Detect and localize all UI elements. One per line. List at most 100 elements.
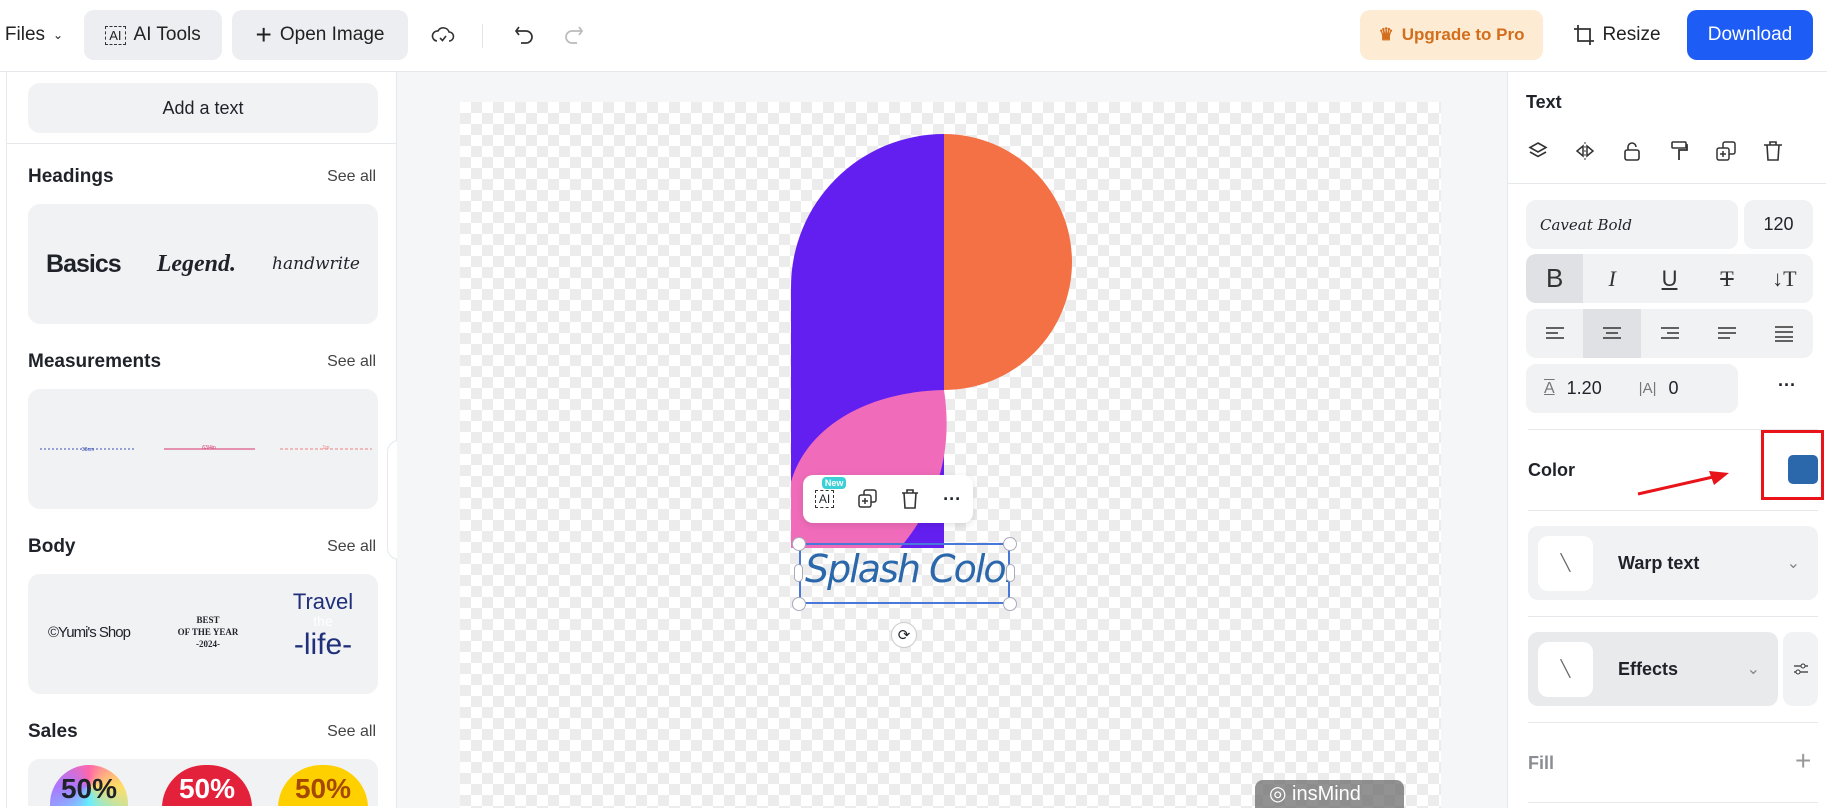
open-image-label: Open Image xyxy=(279,24,385,45)
body-card[interactable]: ©Yumi's Shop BEST OF THE YEAR -2024- Trave… xyxy=(28,574,378,694)
line-height-icon: A xyxy=(1544,379,1555,397)
align-left-button[interactable] xyxy=(1526,309,1583,358)
resize-handle-right[interactable] xyxy=(1006,564,1015,582)
paint-roller-icon[interactable] xyxy=(1669,141,1689,161)
new-badge: New xyxy=(821,477,847,489)
font-size-value: 120 xyxy=(1763,214,1794,234)
effects-settings-button[interactable] xyxy=(1783,632,1818,706)
more-icon[interactable]: ··· xyxy=(943,489,961,510)
align-right-icon xyxy=(1660,326,1679,339)
duplicate-icon[interactable] xyxy=(1716,141,1736,161)
sales-card[interactable]: 50% 50% 50% xyxy=(28,759,378,806)
bold-button[interactable]: B xyxy=(1526,254,1584,303)
undo-icon[interactable] xyxy=(510,10,540,60)
text-direction-button[interactable]: ↓T xyxy=(1756,254,1813,303)
artboard[interactable]: Splash Color ⟳ AI New ··· ◎ insMind xyxy=(460,102,1441,808)
delete-icon[interactable] xyxy=(901,489,919,509)
text-align-group xyxy=(1526,309,1813,358)
travel-text: Travel xyxy=(292,589,354,614)
justify-all-button[interactable] xyxy=(1756,309,1813,358)
resize-handle-bottom-right[interactable] xyxy=(1003,597,1017,611)
fill-label: Fill xyxy=(1528,753,1554,773)
spacing-controls: A 1.20 |A| 0 xyxy=(1526,364,1738,413)
crop-icon xyxy=(1574,25,1595,45)
sample-handwrite[interactable]: handwrite xyxy=(272,254,360,274)
resize-handle-top-left[interactable] xyxy=(792,537,806,551)
warp-text-select[interactable]: ╲ Warp text ⌄ xyxy=(1528,526,1818,600)
see-all-sales[interactable]: See all xyxy=(327,723,376,741)
resize-handle-bottom-left[interactable] xyxy=(792,597,806,611)
align-center-icon xyxy=(1603,326,1622,339)
divider xyxy=(482,24,483,48)
sample-38cm: 38cm xyxy=(82,447,94,453)
sale-sticker-red[interactable]: 50% xyxy=(162,765,252,806)
warp-text-label: Warp text xyxy=(1618,552,1700,573)
upgrade-button[interactable]: ♛ Upgrade to Pro xyxy=(1360,10,1543,60)
redo-icon[interactable] xyxy=(558,10,588,60)
see-all-headings[interactable]: See all xyxy=(327,168,376,186)
divider xyxy=(1528,802,1818,803)
unlock-icon[interactable] xyxy=(1622,141,1642,161)
effects-select[interactable]: ╲ Effects ⌄ xyxy=(1528,632,1778,706)
line-height-input[interactable]: 1.20 xyxy=(1567,378,1627,399)
align-center-button[interactable] xyxy=(1583,309,1641,358)
logo-orange-shape xyxy=(944,134,1072,390)
files-menu[interactable]: Files ⌄ xyxy=(4,10,64,60)
rotate-handle-icon[interactable]: ⟳ xyxy=(891,622,917,648)
chevron-down-icon: ⌄ xyxy=(53,28,64,42)
crown-icon: ♛ xyxy=(1378,25,1394,44)
add-fill-plus-icon[interactable]: + xyxy=(1795,745,1811,777)
sample-travel-life[interactable]: Travel the -life- xyxy=(283,590,363,662)
font-family-select[interactable]: Caveat Bold xyxy=(1526,200,1738,249)
trash-icon[interactable] xyxy=(1763,141,1783,161)
text-selection-box[interactable]: Splash Color xyxy=(799,543,1010,604)
see-all-measurements[interactable]: See all xyxy=(327,353,376,371)
strikethrough-icon: T xyxy=(1720,265,1734,291)
color-label: Color xyxy=(1528,460,1575,480)
sale-sticker-rainbow[interactable]: 50% xyxy=(50,765,128,806)
sample-1m: 1m xyxy=(323,445,330,451)
ai-tools-button[interactable]: AI AI Tools xyxy=(84,10,222,60)
logo-graphic[interactable] xyxy=(460,102,1441,808)
panel-title: Text xyxy=(1526,92,1562,112)
justify-button[interactable] xyxy=(1698,309,1755,358)
resize-button[interactable]: Resize xyxy=(1570,10,1665,60)
align-left-icon xyxy=(1545,326,1564,339)
sale-sticker-yellow[interactable]: 50% xyxy=(278,765,368,806)
of-the-year-text: OF THE YEAR xyxy=(177,627,239,637)
bold-icon: B xyxy=(1546,263,1564,293)
ai-tools-label: AI Tools xyxy=(133,24,201,45)
sample-best-of-year[interactable]: BEST OF THE YEAR -2024- xyxy=(158,614,258,650)
sample-legend[interactable]: Legend. xyxy=(157,251,236,278)
font-size-input[interactable]: 120 xyxy=(1744,200,1813,249)
add-text-button[interactable]: Add a text xyxy=(28,83,378,133)
flip-icon[interactable] xyxy=(1575,141,1595,161)
layers-icon[interactable] xyxy=(1528,141,1548,161)
floating-toolbar: AI New ··· xyxy=(803,475,973,523)
add-text-label: Add a text xyxy=(162,97,244,118)
open-image-button[interactable]: + Open Image xyxy=(232,10,408,60)
align-right-button[interactable] xyxy=(1641,309,1698,358)
duplicate-icon[interactable] xyxy=(858,489,878,509)
measurements-card[interactable]: 38cm 63/4in 1m xyxy=(28,389,378,509)
italic-button[interactable]: I xyxy=(1583,254,1640,303)
canvas-text-splash-color[interactable]: Splash Color xyxy=(805,547,1008,591)
resize-handle-top-right[interactable] xyxy=(1003,537,1017,551)
headings-card[interactable]: Basics Legend. handwrite xyxy=(28,204,378,324)
letter-spacing-input[interactable]: 0 xyxy=(1668,378,1678,399)
resize-handle-left[interactable] xyxy=(794,564,803,582)
underline-button[interactable]: U xyxy=(1641,254,1698,303)
text-direction-icon: ↓T xyxy=(1772,265,1797,291)
ai-edit-icon[interactable]: AI New xyxy=(814,477,847,508)
none-icon: ╲ xyxy=(1538,535,1593,591)
strikethrough-button[interactable]: T xyxy=(1698,254,1755,303)
plus-icon: + xyxy=(255,19,272,50)
see-all-body[interactable]: See all xyxy=(327,538,376,556)
sample-yumis-shop[interactable]: ©Yumi's Shop xyxy=(48,624,131,641)
more-options-icon[interactable]: ··· xyxy=(1778,375,1796,396)
life-text: -life- xyxy=(293,628,353,661)
cloud-save-icon[interactable] xyxy=(428,10,458,60)
sample-basics[interactable]: Basics xyxy=(46,250,122,279)
download-button[interactable]: Download xyxy=(1687,10,1813,60)
justify-all-icon xyxy=(1775,325,1794,342)
